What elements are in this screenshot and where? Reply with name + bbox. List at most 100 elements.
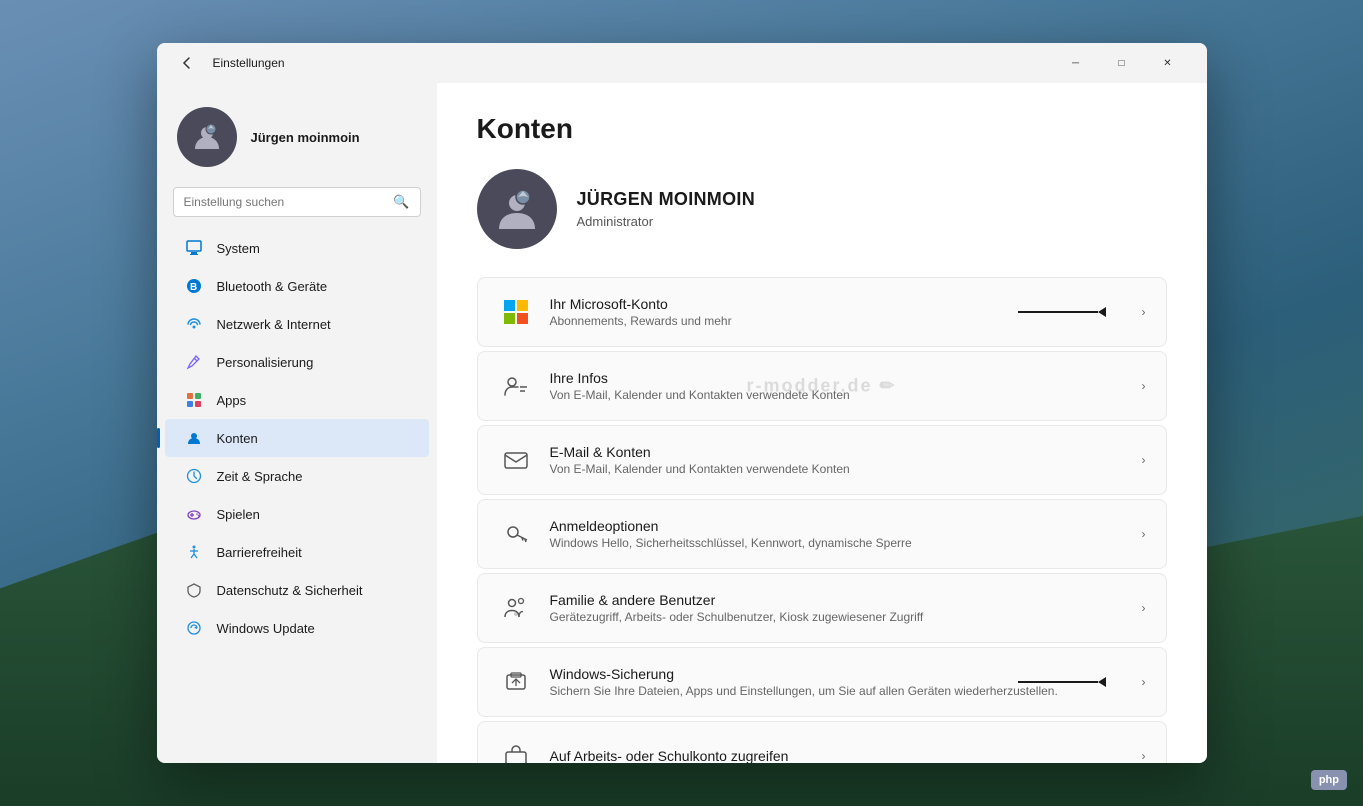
family-icon — [498, 590, 534, 626]
arrow-head-backup — [1098, 677, 1106, 687]
sidebar-item-personalization[interactable]: Personalisierung — [165, 343, 429, 381]
titlebar-left: Einstellungen — [173, 49, 285, 77]
settings-item-content-work: Auf Arbeits- oder Schulkonto zugreifen — [550, 748, 1142, 763]
settings-item-title-signin: Anmeldeoptionen — [550, 518, 1142, 534]
person-icon — [185, 429, 203, 447]
arrow-head — [1098, 307, 1106, 317]
settings-item-desc-your-info: Von E-Mail, Kalender und Kontakten verwe… — [550, 388, 1142, 402]
profile-card-avatar — [477, 169, 557, 249]
key-icon — [498, 516, 534, 552]
sidebar-label-network: Netzwerk & Internet — [217, 317, 331, 332]
settings-item-title-work: Auf Arbeits- oder Schulkonto zugreifen — [550, 748, 1142, 763]
monitor-icon — [185, 239, 203, 257]
sidebar-item-system[interactable]: System — [165, 229, 429, 267]
settings-item-family[interactable]: Familie & andere Benutzer Gerätezugriff,… — [477, 573, 1167, 643]
sidebar-profile-name: Jürgen moinmoin — [251, 130, 360, 145]
chevron-right-icon-email: › — [1142, 453, 1146, 467]
settings-item-desc-signin: Windows Hello, Sicherheitsschlüssel, Ken… — [550, 536, 1142, 550]
sidebar-label-accessibility: Barrierefreiheit — [217, 545, 302, 560]
settings-item-title-your-info: Ihre Infos — [550, 370, 1142, 386]
sidebar-item-gaming[interactable]: Spielen — [165, 495, 429, 533]
maximize-button[interactable]: □ — [1099, 47, 1145, 79]
main-layout: Jürgen moinmoin 🔍 System B Bluetooth & G… — [157, 83, 1207, 763]
profile-card-info: JÜRGEN MOINMOIN Administrator — [577, 189, 756, 229]
titlebar: Einstellungen ─ □ ✕ — [157, 43, 1207, 83]
sidebar-label-privacy: Datenschutz & Sicherheit — [217, 583, 363, 598]
gaming-icon — [185, 505, 203, 523]
brush-icon — [185, 353, 203, 371]
page-title: Konten — [477, 113, 1167, 145]
avatar — [177, 107, 237, 167]
settings-item-your-info[interactable]: Ihre Infos Von E-Mail, Kalender und Kont… — [477, 351, 1167, 421]
chevron-right-icon-backup: › — [1142, 675, 1146, 689]
sidebar-label-system: System — [217, 241, 260, 256]
accessibility-icon — [185, 543, 203, 561]
sidebar-item-bluetooth[interactable]: B Bluetooth & Geräte — [165, 267, 429, 305]
titlebar-controls: ─ □ ✕ — [1053, 47, 1191, 79]
backup-icon — [498, 664, 534, 700]
sidebar-item-accessibility[interactable]: Barrierefreiheit — [165, 533, 429, 571]
settings-item-backup[interactable]: Windows-Sicherung Sichern Sie Ihre Datei… — [477, 647, 1167, 717]
sidebar-label-apps: Apps — [217, 393, 247, 408]
sidebar-profile: Jürgen moinmoin — [157, 91, 437, 187]
sidebar-item-privacy[interactable]: Datenschutz & Sicherheit — [165, 571, 429, 609]
settings-item-content-your-info: Ihre Infos Von E-Mail, Kalender und Kont… — [550, 370, 1142, 402]
sidebar-item-time[interactable]: Zeit & Sprache — [165, 457, 429, 495]
sidebar-item-accounts[interactable]: Konten — [165, 419, 429, 457]
settings-window: Einstellungen ─ □ ✕ Jürgen moinmoin — [157, 43, 1207, 763]
close-button[interactable]: ✕ — [1145, 47, 1191, 79]
settings-item-content-signin: Anmeldeoptionen Windows Hello, Sicherhei… — [550, 518, 1142, 550]
clock-icon — [185, 467, 203, 485]
settings-item-desc-family: Gerätezugriff, Arbeits- oder Schulbenutz… — [550, 610, 1142, 624]
sidebar-label-bluetooth: Bluetooth & Geräte — [217, 279, 328, 294]
settings-item-email[interactable]: E-Mail & Konten Von E-Mail, Kalender und… — [477, 425, 1167, 495]
chevron-right-icon-work: › — [1142, 749, 1146, 763]
sidebar-label-accounts: Konten — [217, 431, 258, 446]
svg-text:B: B — [190, 282, 197, 293]
arrow-annotation-backup — [1018, 677, 1106, 687]
arrow-annotation-microsoft — [1018, 307, 1106, 317]
chevron-right-icon: › — [1142, 305, 1146, 319]
chevron-right-icon-family: › — [1142, 601, 1146, 615]
settings-item-work[interactable]: Auf Arbeits- oder Schulkonto zugreifen › — [477, 721, 1167, 763]
search-icon[interactable]: 🔍 — [393, 194, 409, 210]
back-button[interactable] — [173, 49, 201, 77]
profile-card-name: JÜRGEN MOINMOIN — [577, 189, 756, 210]
settings-item-signin[interactable]: Anmeldeoptionen Windows Hello, Sicherhei… — [477, 499, 1167, 569]
chevron-right-icon-info: › — [1142, 379, 1146, 393]
windows-icon — [498, 294, 534, 330]
settings-item-microsoft-account[interactable]: Ihr Microsoft-Konto Abonnements, Rewards… — [477, 277, 1167, 347]
titlebar-title: Einstellungen — [213, 56, 285, 70]
search-box: 🔍 — [173, 187, 421, 217]
content-area: Konten JÜRGEN MOINMOIN Administrator — [437, 83, 1207, 763]
sidebar-label-update: Windows Update — [217, 621, 315, 636]
chevron-right-icon-signin: › — [1142, 527, 1146, 541]
sidebar-label-time: Zeit & Sprache — [217, 469, 303, 484]
settings-item-title-family: Familie & andere Benutzer — [550, 592, 1142, 608]
settings-item-content-family: Familie & andere Benutzer Gerätezugriff,… — [550, 592, 1142, 624]
sidebar-item-apps[interactable]: Apps — [165, 381, 429, 419]
sidebar: Jürgen moinmoin 🔍 System B Bluetooth & G… — [157, 83, 437, 763]
settings-item-content-email: E-Mail & Konten Von E-Mail, Kalender und… — [550, 444, 1142, 476]
work-icon — [498, 738, 534, 763]
profile-card-role: Administrator — [577, 214, 756, 229]
sidebar-label-personalization: Personalisierung — [217, 355, 314, 370]
arrow-line-backup — [1018, 681, 1098, 683]
mail-icon — [498, 442, 534, 478]
php-badge: php — [1311, 770, 1347, 790]
sidebar-label-gaming: Spielen — [217, 507, 260, 522]
sidebar-item-network[interactable]: Netzwerk & Internet — [165, 305, 429, 343]
settings-item-title-email: E-Mail & Konten — [550, 444, 1142, 460]
sidebar-item-update[interactable]: Windows Update — [165, 609, 429, 647]
apps-icon — [185, 391, 203, 409]
search-input[interactable] — [184, 195, 386, 209]
shield-icon — [185, 581, 203, 599]
minimize-button[interactable]: ─ — [1053, 47, 1099, 79]
person-card-icon — [498, 368, 534, 404]
network-icon — [185, 315, 203, 333]
bluetooth-icon: B — [185, 277, 203, 295]
arrow-line — [1018, 311, 1098, 313]
settings-item-desc-email: Von E-Mail, Kalender und Kontakten verwe… — [550, 462, 1142, 476]
profile-card: JÜRGEN MOINMOIN Administrator — [477, 169, 1167, 249]
update-icon — [185, 619, 203, 637]
